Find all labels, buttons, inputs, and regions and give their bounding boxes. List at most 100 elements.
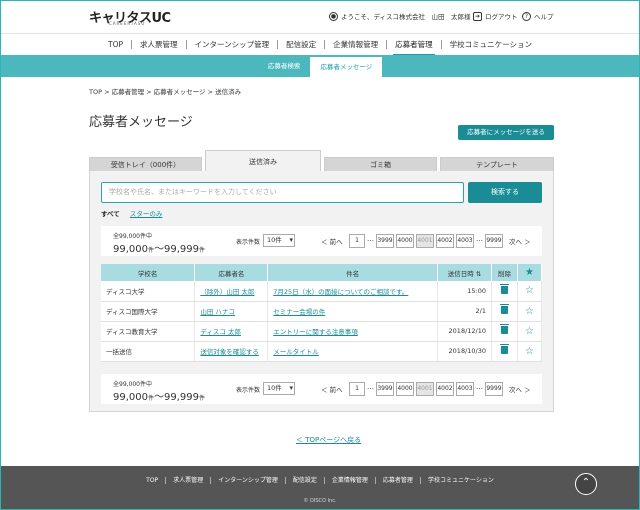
applicant-link[interactable]: ディスコ 太郎 xyxy=(200,328,241,336)
filter-links: すべて スターのみ xyxy=(101,208,162,218)
help-link[interactable]: ? ヘルプ xyxy=(522,11,554,21)
cell-date: 15:00 xyxy=(437,281,492,302)
star-icon[interactable]: ☆ xyxy=(525,285,534,296)
star-icon[interactable]: ☆ xyxy=(525,326,534,337)
table-row: ディスコ教育大学 ディスコ 太郎 エントリーに関する注意事項 2018/12/1… xyxy=(101,321,543,342)
next-link[interactable]: 次へ ＞ xyxy=(509,236,531,246)
applicant-link[interactable]: （除外）山田 太郎 xyxy=(200,288,254,296)
trash-icon[interactable] xyxy=(499,283,509,294)
total-count: 全99,000件中 xyxy=(113,381,152,388)
tab-template[interactable]: テンプレート xyxy=(440,157,554,171)
mainnav-top[interactable]: TOP xyxy=(100,40,133,49)
page-button[interactable]: 4002 xyxy=(436,234,454,248)
ellipsis: … xyxy=(367,383,374,391)
per-page-select[interactable]: 10件 xyxy=(263,382,295,395)
cell-date: 2/1 xyxy=(437,301,492,322)
page-button[interactable]: 3999 xyxy=(376,234,394,248)
star-filled-icon: ★ xyxy=(525,267,534,278)
table-header-row: 学校名 応募者名 件名 送信日時 ⇅ 削除 ★ xyxy=(101,264,543,281)
tab-trash[interactable]: ゴミ箱 xyxy=(324,157,437,171)
ellipsis: … xyxy=(476,383,483,391)
subject-link[interactable]: 7月25日（水）の面接についてのご相談です。 xyxy=(273,288,408,296)
cell-star: ☆ xyxy=(517,301,543,322)
filter-all[interactable]: すべて xyxy=(101,210,120,218)
page-button[interactable]: 4000 xyxy=(396,382,414,396)
mainnav-school[interactable]: 学校コミュニケーション xyxy=(442,40,540,49)
trash-icon[interactable] xyxy=(499,304,509,314)
range-count: 99,000件～99,999件 xyxy=(113,240,205,255)
cell-delete xyxy=(491,281,518,302)
trash-icon[interactable] xyxy=(499,324,509,334)
mainnav-delivery[interactable]: 配信設定 xyxy=(278,40,326,49)
prev-link[interactable]: ＜ 前へ xyxy=(321,384,343,394)
cell-subject: エントリーに関する注意事項 xyxy=(267,321,439,342)
back-to-top-link[interactable]: ＜ TOPページへ戻る xyxy=(296,435,361,445)
page-button-current[interactable]: 4001 xyxy=(416,234,434,248)
unit-label: 件 xyxy=(199,247,206,254)
send-message-button[interactable]: 応募者にメッセージを送る xyxy=(458,125,554,140)
page-button[interactable]: 4000 xyxy=(396,234,414,248)
pager-bottom: 全99,000件中 99,000件～99,999件 表示件数 10件 ＜ 前へ … xyxy=(101,374,542,404)
cell-school: ディスコ大学 xyxy=(101,281,196,302)
range-to: 99,999 xyxy=(164,392,200,403)
page-button[interactable]: 3999 xyxy=(376,382,394,396)
subnav-message[interactable]: 応募者メッセージ xyxy=(310,57,383,77)
tilde: ～ xyxy=(154,392,165,403)
logo[interactable]: キャリタスUC CAREERTASU xyxy=(89,7,171,26)
per-page-label: 表示件数 xyxy=(236,239,261,246)
ellipsis: … xyxy=(367,235,374,243)
mainnav-job[interactable]: 求人票管理 xyxy=(132,40,187,49)
subject-link[interactable]: エントリーに関する注意事項 xyxy=(273,328,358,336)
subject-link[interactable]: セミナー会場の件 xyxy=(273,308,325,316)
footer-link[interactable]: インターンシップ管理 xyxy=(211,477,286,484)
filter-starred[interactable]: スターのみ xyxy=(130,210,163,218)
tab-inbox[interactable]: 受信トレイ（000件） xyxy=(89,157,202,171)
star-icon[interactable]: ☆ xyxy=(525,346,534,357)
page-button[interactable]: 4003 xyxy=(456,234,474,248)
applicant-link[interactable]: 山田 ハナコ xyxy=(200,308,235,316)
col-date[interactable]: 送信日時 ⇅ xyxy=(437,264,492,281)
copyright: © DISCO Inc. xyxy=(303,498,337,504)
footer-link[interactable]: 応募者管理 xyxy=(376,477,421,484)
page-button[interactable]: 9999 xyxy=(485,234,503,248)
mainnav-company[interactable]: 企業情報管理 xyxy=(325,40,388,49)
cell-star: ☆ xyxy=(517,321,543,342)
cell-delete xyxy=(491,341,518,362)
footer-link[interactable]: 企業情報管理 xyxy=(325,477,376,484)
trash-icon[interactable] xyxy=(499,344,509,354)
footer-link[interactable]: TOP xyxy=(139,477,167,484)
mainnav-internship[interactable]: インターンシップ管理 xyxy=(187,40,279,49)
page-button[interactable]: 4002 xyxy=(436,382,454,396)
next-link[interactable]: 次へ ＞ xyxy=(509,384,531,394)
scroll-top-button[interactable]: ⌃ xyxy=(575,473,597,495)
search-input[interactable]: 学校名や氏名、またはキーワードを入力してください xyxy=(101,182,464,203)
per-page-select[interactable]: 10件 xyxy=(263,234,295,247)
help-icon: ? xyxy=(522,11,531,21)
col-date-label: 送信日時 xyxy=(447,269,474,278)
recipients-link[interactable]: 送信対象を確認する xyxy=(200,348,259,356)
breadcrumb[interactable]: TOP > 応募者管理 > 応募者メッセージ > 送信済み xyxy=(89,86,241,96)
star-icon[interactable]: ☆ xyxy=(525,306,534,317)
sort-icon[interactable]: ⇅ xyxy=(476,270,481,278)
page-button[interactable]: 4003 xyxy=(456,382,474,396)
footer-link[interactable]: 学校コミュニケーション xyxy=(421,477,501,484)
footer-link[interactable]: 配信設定 xyxy=(286,477,325,484)
mainnav-applicants[interactable]: 応募者管理 xyxy=(387,40,442,56)
logo-subtext: CAREERTASU xyxy=(109,21,146,26)
cell-date: 2018/10/30 xyxy=(437,341,492,362)
footer-link[interactable]: 求人票管理 xyxy=(166,477,212,484)
page-button[interactable]: 9999 xyxy=(485,382,503,396)
page-button[interactable]: 1 xyxy=(349,234,365,248)
pager-top: 全99,000件中 99,000件～99,999件 表示件数 10件 ＜ 前へ … xyxy=(101,226,542,256)
subject-link[interactable]: メールタイトル xyxy=(273,348,319,356)
tab-sent[interactable]: 送信済み xyxy=(205,150,321,172)
greeting-text: ようこそ、ディスコ株式会社 山田 太郎様 xyxy=(341,13,471,21)
table-row: 一括送信 送信対象を確認する メールタイトル 2018/10/30 ☆ xyxy=(101,341,543,362)
page-button-current[interactable]: 4001 xyxy=(416,382,434,396)
prev-link[interactable]: ＜ 前へ xyxy=(321,236,343,246)
subnav-search[interactable]: 応募者検索 xyxy=(258,55,311,77)
search-button[interactable]: 検索する xyxy=(468,182,542,203)
range-to: 99,999 xyxy=(164,244,200,255)
logout-link[interactable]: ➜ ログアウト xyxy=(473,11,518,21)
page-button[interactable]: 1 xyxy=(349,382,365,396)
